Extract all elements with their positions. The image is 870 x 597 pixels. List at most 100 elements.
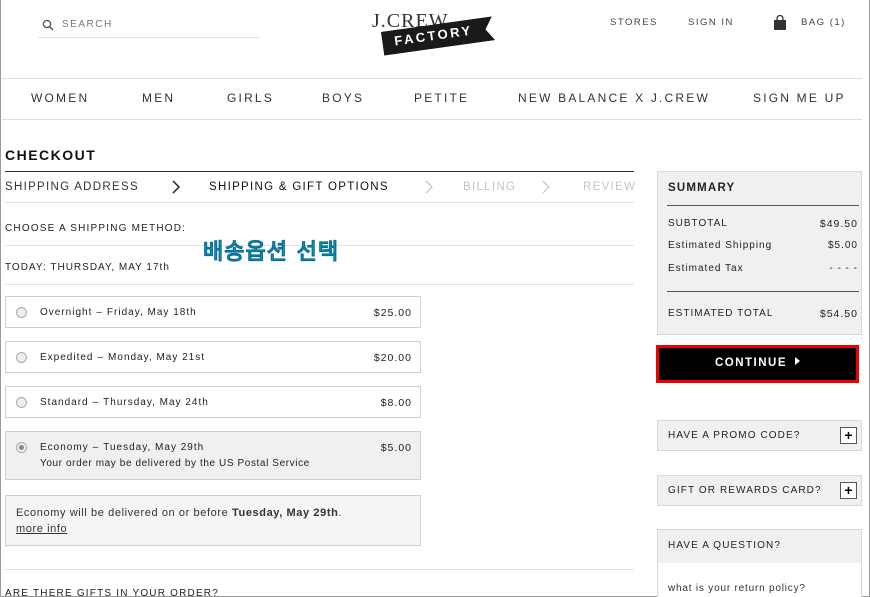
gift-card-label: GIFT OR REWARDS CARD? <box>668 485 822 496</box>
delivery-info-text: Economy will be delivered on or before T… <box>16 507 342 519</box>
option-price: $25.00 <box>373 307 412 319</box>
continue-label: CONTINUE <box>659 357 856 369</box>
option-name: Expedited <box>40 352 94 363</box>
nav-item-new-balance[interactable]: NEW BALANCE X J.CREW <box>518 91 710 105</box>
option-price: $5.00 <box>380 442 412 454</box>
annotation-overlay-text: 배송옵션 선택 <box>203 240 340 266</box>
option-date: Tuesday, May 29th <box>103 442 205 453</box>
step-billing: BILLING <box>463 181 517 193</box>
promo-code-label: HAVE A PROMO CODE? <box>668 430 801 441</box>
info-prefix: Economy will be delivered on or before <box>16 507 229 519</box>
summary-title: SUMMARY <box>668 182 736 194</box>
shipping-option-overnight[interactable]: Overnight – Friday, May 18th $25.00 <box>5 296 421 328</box>
nav-item-girls[interactable]: GIRLS <box>227 91 274 105</box>
step-shipping-address[interactable]: SHIPPING ADDRESS <box>5 181 139 193</box>
return-policy-link[interactable]: what is your return policy? <box>668 583 806 594</box>
page-title: CHECKOUT <box>5 147 97 163</box>
option-name: Economy <box>40 442 89 453</box>
option-date: Friday, May 18th <box>106 307 197 318</box>
option-separator: – <box>97 352 105 363</box>
shopping-bag-icon[interactable] <box>773 15 787 30</box>
continue-text: CONTINUE <box>714 357 788 369</box>
gift-card-panel[interactable]: GIFT OR REWARDS CARD? + <box>657 475 862 506</box>
step-review: REVIEW <box>583 181 637 193</box>
option-label: Standard – Thursday, May 24th <box>40 397 209 408</box>
summary-shipping: Estimated Shipping $5.00 <box>668 240 858 251</box>
option-separator: – <box>96 307 103 318</box>
option-price: $20.00 <box>373 352 412 364</box>
option-separator: – <box>92 397 100 408</box>
divider <box>5 569 634 570</box>
option-price: $8.00 <box>380 397 412 409</box>
shipping-method-heading: CHOOSE A SHIPPING METHOD: <box>5 223 187 234</box>
subtotal-value: $49.50 <box>819 218 858 230</box>
today-label: TODAY: <box>5 262 47 273</box>
search-bar[interactable] <box>38 12 260 38</box>
play-arrow-icon <box>795 357 801 365</box>
more-info-link[interactable]: more info <box>16 523 67 535</box>
nav-item-women[interactable]: WOMEN <box>31 91 89 105</box>
shipping-label: Estimated Shipping <box>668 240 773 251</box>
tax-label: Estimated Tax <box>668 263 744 274</box>
main-nav: WOMEN MEN GIRLS BOYS PETITE NEW BALANCE … <box>0 91 870 107</box>
subtotal-label: SUBTOTAL <box>668 218 728 229</box>
order-summary: SUMMARY SUBTOTAL $49.50 Estimated Shippin… <box>657 171 862 335</box>
radio-button[interactable] <box>16 352 27 363</box>
radio-button[interactable] <box>16 397 27 408</box>
question-header: HAVE A QUESTION? <box>658 530 861 563</box>
tax-value: - - - - <box>829 263 858 274</box>
radio-button-selected[interactable] <box>16 442 27 453</box>
shipping-option-expedited[interactable]: Expedited – Monday, May 21st $20.00 <box>5 341 421 373</box>
shipping-option-standard[interactable]: Standard – Thursday, May 24th $8.00 <box>5 386 421 418</box>
option-label: Economy – Tuesday, May 29th <box>40 442 204 453</box>
promo-code-panel[interactable]: HAVE A PROMO CODE? + <box>657 420 862 451</box>
radio-button[interactable] <box>16 307 27 318</box>
step-shipping-gift-options: SHIPPING & GIFT OPTIONS <box>209 181 389 193</box>
search-input[interactable] <box>62 19 242 30</box>
chevron-right-icon <box>542 180 550 194</box>
option-separator: – <box>92 442 100 453</box>
stores-link[interactable]: STORES <box>610 17 658 28</box>
summary-total: ESTIMATED TOTAL $54.50 <box>668 308 858 320</box>
jcrew-factory-logo[interactable]: J.CREW FACTORY <box>372 10 502 56</box>
sign-in-link[interactable]: SIGN IN <box>688 17 734 28</box>
option-label: Expedited – Monday, May 21st <box>40 352 205 363</box>
option-note: Your order may be delivered by the US Po… <box>40 458 310 469</box>
steps-bottom-divider <box>5 202 634 203</box>
total-value: $54.50 <box>819 308 858 320</box>
nav-item-men[interactable]: MEN <box>142 91 175 105</box>
steps-top-divider <box>5 171 634 172</box>
nav-item-sign-me-up[interactable]: SIGN ME UP <box>753 91 846 105</box>
today-date: TODAY: THURSDAY, MAY 17th <box>5 262 170 273</box>
total-label: ESTIMATED TOTAL <box>668 308 774 319</box>
chevron-right-icon <box>425 180 433 194</box>
summary-divider <box>667 205 859 206</box>
bag-link[interactable]: BAG (1) <box>801 17 846 28</box>
summary-divider <box>667 291 859 292</box>
continue-button[interactable]: CONTINUE <box>656 345 859 383</box>
summary-subtotal: SUBTOTAL $49.50 <box>668 218 858 230</box>
search-icon <box>42 19 54 31</box>
plus-icon[interactable]: + <box>840 427 857 444</box>
option-date: Monday, May 21st <box>108 352 206 363</box>
option-label: Overnight – Friday, May 18th <box>40 307 197 318</box>
nav-item-petite[interactable]: PETITE <box>414 91 469 105</box>
nav-item-boys[interactable]: BOYS <box>322 91 364 105</box>
summary-tax: Estimated Tax - - - - <box>668 263 858 274</box>
option-name: Standard <box>40 397 89 408</box>
option-date: Thursday, May 24th <box>103 397 209 408</box>
option-name: Overnight <box>40 307 93 318</box>
info-date: Tuesday, May 29th <box>232 507 339 519</box>
today-value: THURSDAY, MAY 17th <box>50 262 170 273</box>
info-suffix: . <box>338 507 343 519</box>
delivery-info-box: Economy will be delivered on or before T… <box>5 495 421 546</box>
chevron-right-icon <box>172 180 181 194</box>
plus-icon[interactable]: + <box>840 482 857 499</box>
nav-divider <box>2 119 862 120</box>
question-title: HAVE A QUESTION? <box>668 540 782 551</box>
question-panel: HAVE A QUESTION? what is your return pol… <box>657 529 862 597</box>
divider <box>5 284 634 285</box>
gifts-heading: ARE THERE GIFTS IN YOUR ORDER? <box>5 588 219 597</box>
shipping-option-economy[interactable]: Economy – Tuesday, May 29th $5.00 Your ord… <box>5 431 421 480</box>
header-divider <box>2 78 862 79</box>
